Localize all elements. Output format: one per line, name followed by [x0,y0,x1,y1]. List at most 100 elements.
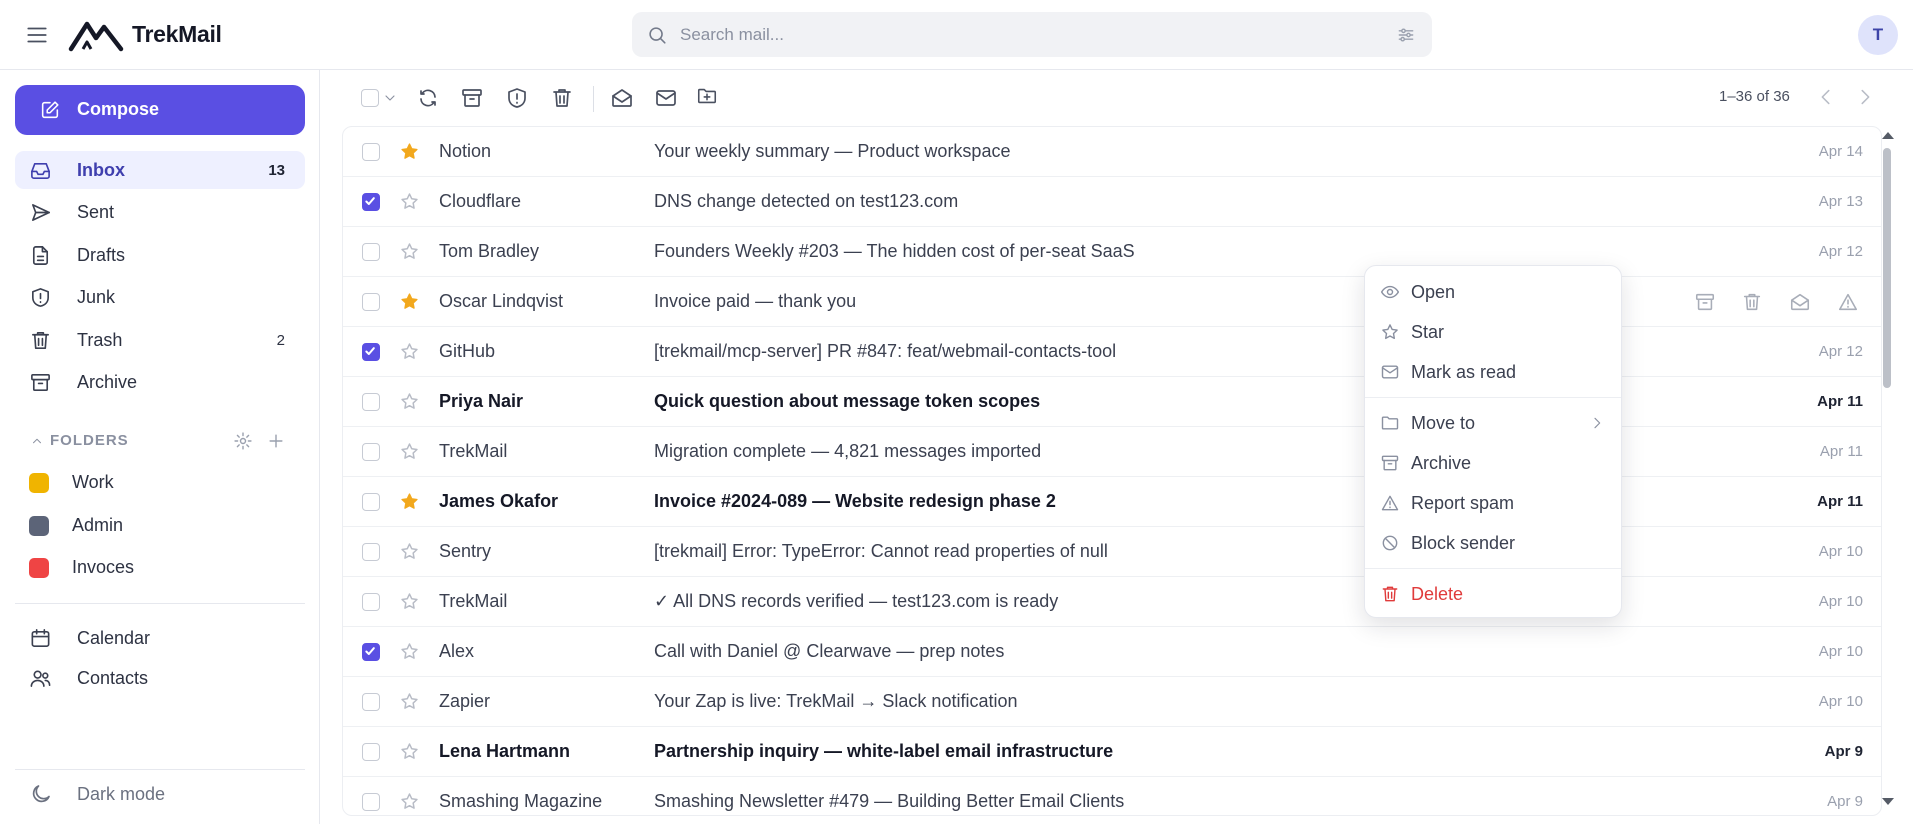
mountain-logo-icon [68,18,124,52]
envelope-open-icon[interactable] [1789,291,1811,313]
refresh-icon[interactable] [416,86,440,110]
row-checkbox[interactable] [362,693,380,711]
context-item-mark-as-read[interactable]: Mark as read [1365,354,1621,390]
context-item-label: Open [1411,282,1456,302]
message-row[interactable]: Smashing Magazine Smashing Newsletter #47… [343,777,1881,815]
search-input[interactable] [680,12,1360,57]
sidebar-item-archive[interactable]: Archive [15,363,305,401]
star-icon[interactable] [399,641,420,662]
message-list-scrollbar[interactable] [1880,132,1894,812]
star-icon[interactable] [399,291,420,312]
row-checkbox[interactable] [362,493,380,511]
sidebar-item-drafts[interactable]: Drafts [15,236,305,274]
trash-icon[interactable] [1741,291,1763,313]
row-checkbox[interactable] [362,393,380,411]
chevron-up-icon[interactable] [30,434,44,448]
message-date: Apr 10 [1818,643,1863,660]
context-item-open[interactable]: Open [1365,274,1621,310]
star-icon[interactable] [399,341,420,362]
star-icon[interactable] [399,591,420,612]
message-row[interactable]: GitHub [trekmail/mcp-server] PR #847: fea… [343,327,1881,377]
context-item-archive[interactable]: Archive [1365,445,1621,481]
message-row[interactable]: Sentry [trekmail] Error: TypeError: Canno… [343,527,1881,577]
context-item-block-sender[interactable]: Block sender [1365,525,1621,561]
folder-item-admin[interactable]: Admin [15,507,305,543]
user-avatar[interactable]: T [1858,15,1898,55]
sidebar-item-calendar[interactable]: Calendar [15,619,305,657]
star-icon[interactable] [399,691,420,712]
next-page-chevron-icon[interactable] [1854,86,1876,108]
row-checkbox[interactable] [362,193,380,211]
archive-icon[interactable] [1694,291,1716,313]
star-icon[interactable] [399,491,420,512]
message-row[interactable]: Tom Bradley Founders Weekly #203 — The hi… [343,227,1881,277]
star-icon[interactable] [399,391,420,412]
message-row[interactable]: Lena Hartmann Partnership inquiry — white… [343,727,1881,777]
message-row[interactable]: Zapier Your Zap is live: TrekMail → Slack… [343,677,1881,727]
row-checkbox[interactable] [362,793,380,811]
sidebar-item-trash[interactable]: Trash 2 [15,321,305,359]
message-row[interactable]: James Okafor Invoice #2024-089 — Website … [343,477,1881,527]
message-row[interactable]: Priya Nair Quick question about message t… [343,377,1881,427]
star-icon[interactable] [399,141,420,162]
move-to-folder-icon[interactable] [696,85,718,107]
context-item-star[interactable]: Star [1365,314,1621,350]
star-icon[interactable] [399,791,420,812]
star-icon[interactable] [399,741,420,762]
sender-name: Cloudflare [439,191,522,211]
scroll-thumb[interactable] [1883,148,1891,388]
folder-item-invoces[interactable]: Invoces [15,549,305,585]
message-row[interactable]: Cloudflare DNS change detected on test123… [343,177,1881,227]
star-icon[interactable] [399,191,420,212]
folder-item-work[interactable]: Work [15,464,305,500]
delete-icon[interactable] [550,86,574,110]
spam-shield-icon[interactable] [505,86,529,110]
item-count: 2 [276,332,285,349]
context-item-report-spam[interactable]: Report spam [1365,485,1621,521]
row-checkbox[interactable] [362,443,380,461]
add-folder-icon[interactable] [266,431,286,451]
row-checkbox[interactable] [362,243,380,261]
star-icon[interactable] [399,241,420,262]
row-checkbox[interactable] [362,743,380,761]
compose-button[interactable]: Compose [15,85,305,135]
message-row[interactable]: TrekMail ✓ All DNS records verified — tes… [343,577,1881,627]
warning-icon[interactable] [1837,291,1859,313]
mark-unread-envelope-icon[interactable] [654,86,678,110]
row-checkbox[interactable] [362,343,380,361]
message-row[interactable]: Alex Call with Daniel @ Clearwave — prep … [343,627,1881,677]
message-row[interactable]: Notion Your weekly summary — Product work… [343,127,1881,177]
scroll-down-arrow[interactable] [1882,798,1894,805]
envelope-icon [1380,362,1400,382]
context-item-delete[interactable]: Delete [1365,576,1621,612]
send-icon [29,201,52,224]
subject-line: Your Zap is live: TrekMail → Slack notif… [654,691,1018,711]
mark-read-envelope-open-icon[interactable] [610,86,634,110]
select-all-checkbox[interactable] [361,89,379,107]
chevron-right-icon [1589,415,1605,431]
row-checkbox[interactable] [362,593,380,611]
row-checkbox[interactable] [362,293,380,311]
row-checkbox[interactable] [362,643,380,661]
row-checkbox[interactable] [362,143,380,161]
message-row[interactable]: Oscar Lindqvist Invoice paid — thank you [343,277,1881,327]
scroll-up-arrow[interactable] [1882,132,1894,139]
gear-icon[interactable] [233,431,253,451]
context-item-move-to[interactable]: Move to [1365,405,1621,441]
dark-mode-toggle[interactable]: Dark mode [15,775,305,813]
sidebar-item-sent[interactable]: Sent [15,193,305,231]
row-checkbox[interactable] [362,543,380,561]
filter-sliders-icon[interactable] [1396,25,1416,45]
sidebar-item-inbox[interactable]: Inbox 13 [15,151,305,189]
star-icon[interactable] [399,541,420,562]
menu-icon[interactable] [24,22,50,48]
sidebar-item-contacts[interactable]: Contacts [15,659,305,697]
prev-page-chevron-icon[interactable] [1815,86,1837,108]
message-row[interactable]: TrekMail Migration complete — 4,821 messa… [343,427,1881,477]
sidebar-item-junk[interactable]: Junk [15,278,305,316]
star-icon[interactable] [399,441,420,462]
sender-name: Priya Nair [439,391,524,411]
archive-icon[interactable] [460,86,484,110]
subject-line: Founders Weekly #203 — The hidden cost o… [654,241,1135,261]
select-dropdown-chevron-icon[interactable] [382,90,398,106]
